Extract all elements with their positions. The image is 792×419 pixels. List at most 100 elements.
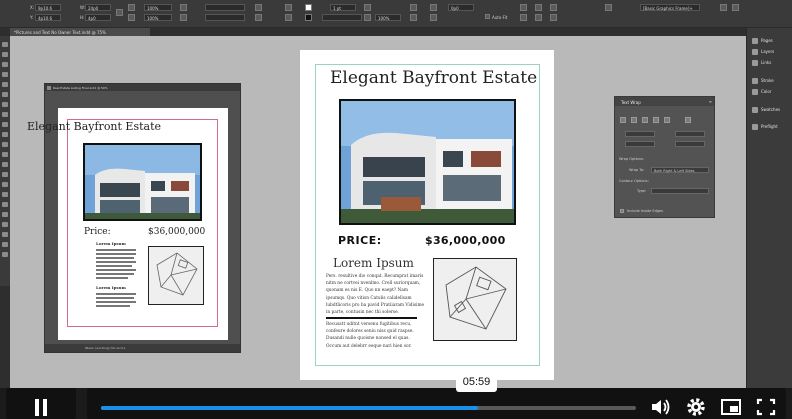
align-left-icon[interactable] bbox=[520, 4, 527, 11]
ref-point-field[interactable]: 0p0 bbox=[448, 4, 474, 11]
picture-in-picture-icon[interactable] bbox=[720, 397, 742, 417]
scale-y-field[interactable]: 100% bbox=[144, 14, 172, 21]
right-offset-field[interactable] bbox=[675, 141, 705, 147]
x-field[interactable]: 9p10.6 bbox=[35, 4, 61, 11]
eyedropper-tool-icon[interactable] bbox=[2, 192, 8, 197]
dock-layers[interactable]: Layers bbox=[752, 47, 792, 57]
volume-icon[interactable] bbox=[649, 397, 671, 417]
stroke-type-field[interactable] bbox=[322, 14, 362, 21]
align-icon[interactable] bbox=[410, 14, 417, 21]
effects-icon[interactable] bbox=[364, 4, 371, 11]
scale-x-field[interactable]: 100% bbox=[144, 4, 172, 11]
panel-menu-icon[interactable]: ≡ bbox=[709, 99, 712, 104]
text-wrap-panel[interactable]: Text Wrap ≡ Wrap Options: Wrap To: Both … bbox=[614, 96, 715, 218]
dock-stroke[interactable]: Stroke bbox=[752, 76, 792, 86]
rotate-icon[interactable] bbox=[180, 4, 187, 11]
scissors-tool-icon[interactable] bbox=[2, 152, 8, 157]
fullscreen-icon[interactable] bbox=[755, 397, 777, 417]
dock-swatches[interactable]: Swatches bbox=[752, 105, 792, 115]
distribute-left-icon[interactable] bbox=[520, 14, 527, 21]
wrap-object-shape-button[interactable] bbox=[642, 117, 648, 123]
h-field[interactable]: 4p0 bbox=[85, 14, 111, 21]
gradient-tool-icon[interactable] bbox=[2, 172, 8, 177]
zoom-tool-icon[interactable] bbox=[2, 212, 8, 217]
constrain-icon[interactable] bbox=[116, 9, 123, 16]
rotate-field[interactable] bbox=[205, 4, 245, 11]
selection-tool-icon[interactable] bbox=[2, 42, 8, 47]
wrap-bounding-box-button[interactable] bbox=[631, 117, 637, 123]
document-tab[interactable]: *Pictures and Text No Owner Text.indd @ … bbox=[10, 28, 150, 36]
main-page-title[interactable]: Elegant Bayfront Estate bbox=[330, 68, 537, 88]
gap-tool-icon[interactable] bbox=[2, 72, 8, 77]
opacity-field[interactable]: 100% bbox=[375, 14, 401, 21]
free-transform-tool-icon[interactable] bbox=[2, 162, 8, 167]
panel-menu-icon[interactable] bbox=[732, 4, 739, 11]
frame-type-icon[interactable] bbox=[605, 4, 612, 11]
dock-pages[interactable]: Pages bbox=[752, 36, 792, 46]
fit-frame-icon[interactable] bbox=[430, 14, 437, 21]
wrap-icon[interactable] bbox=[410, 4, 417, 11]
jump-object-button[interactable] bbox=[653, 117, 659, 123]
rectangle-frame-tool-icon[interactable] bbox=[2, 132, 8, 137]
dock-links[interactable]: Links bbox=[752, 58, 792, 68]
flip-vertical-icon[interactable] bbox=[255, 14, 262, 21]
frame-style-dropdown[interactable]: [Basic Graphics Frame]+ bbox=[640, 4, 700, 11]
dock-color[interactable]: Color bbox=[752, 87, 792, 97]
y-field[interactable]: 4p10.6 bbox=[35, 14, 61, 21]
page-tool-icon[interactable] bbox=[2, 62, 8, 67]
settings-gear-icon[interactable] bbox=[685, 397, 707, 417]
pause-button[interactable] bbox=[6, 388, 76, 419]
small-house-photo[interactable] bbox=[83, 143, 202, 221]
pen-tool-icon[interactable] bbox=[2, 112, 8, 117]
invert-checkbox[interactable] bbox=[685, 117, 691, 123]
text-wrap-title[interactable]: Text Wrap bbox=[615, 97, 714, 106]
view-mode-tool-icon[interactable] bbox=[2, 252, 8, 257]
autofit-checkbox[interactable] bbox=[485, 14, 490, 19]
type-tool-icon[interactable] bbox=[2, 92, 8, 97]
fit-icon[interactable] bbox=[430, 4, 437, 11]
stroke-weight-field[interactable]: 1 pt bbox=[330, 4, 356, 11]
shear-field[interactable] bbox=[205, 14, 245, 21]
line-tool-icon[interactable] bbox=[2, 102, 8, 107]
scale-x-icon[interactable] bbox=[128, 4, 135, 11]
dock-preflight[interactable]: Preflight bbox=[752, 122, 792, 132]
top-offset-field[interactable] bbox=[625, 131, 655, 137]
close-icon[interactable] bbox=[47, 86, 51, 90]
progress-track[interactable] bbox=[101, 406, 636, 410]
bottom-offset-field[interactable] bbox=[625, 141, 655, 147]
fill-stroke-tool-icon[interactable] bbox=[2, 222, 8, 227]
quick-apply-icon[interactable] bbox=[720, 4, 727, 11]
hand-tool-icon[interactable] bbox=[2, 202, 8, 207]
swap-tool-icon[interactable] bbox=[2, 232, 8, 237]
opacity-icon[interactable] bbox=[364, 14, 371, 21]
select-container-icon[interactable] bbox=[285, 4, 292, 11]
w-field[interactable]: 24p0 bbox=[85, 4, 111, 11]
distribute-right-icon[interactable] bbox=[550, 14, 557, 21]
rectangle-tool-icon[interactable] bbox=[2, 142, 8, 147]
floating-window-title[interactable]: Real Estate Listing Final.indd @ 50% bbox=[45, 84, 240, 91]
scale-y-icon[interactable] bbox=[128, 14, 135, 21]
no-wrap-button[interactable] bbox=[620, 117, 626, 123]
main-floor-plan[interactable] bbox=[433, 258, 517, 341]
select-content-icon[interactable] bbox=[285, 14, 292, 21]
fill-swatch-icon[interactable] bbox=[305, 4, 312, 11]
body-text-line bbox=[96, 301, 136, 303]
left-offset-field[interactable] bbox=[675, 131, 705, 137]
pencil-tool-icon[interactable] bbox=[2, 122, 8, 127]
align-center-icon[interactable] bbox=[535, 4, 542, 11]
include-inside-checkbox[interactable] bbox=[620, 209, 624, 213]
stroke-swatch-icon[interactable] bbox=[305, 14, 312, 21]
main-house-photo[interactable] bbox=[339, 99, 516, 225]
contour-type-dropdown[interactable] bbox=[651, 188, 709, 194]
apply-color-tool-icon[interactable] bbox=[2, 242, 8, 247]
wrap-to-dropdown[interactable]: Both Right & Left Sides bbox=[651, 167, 709, 173]
content-collector-tool-icon[interactable] bbox=[2, 82, 8, 87]
direct-selection-tool-icon[interactable] bbox=[2, 52, 8, 57]
distribute-center-icon[interactable] bbox=[535, 14, 542, 21]
shear-icon[interactable] bbox=[180, 14, 187, 21]
align-right-icon[interactable] bbox=[550, 4, 557, 11]
small-floor-plan[interactable] bbox=[148, 246, 204, 305]
jump-next-column-button[interactable] bbox=[664, 117, 670, 123]
flip-horizontal-icon[interactable] bbox=[255, 4, 262, 11]
note-tool-icon[interactable] bbox=[2, 182, 8, 187]
